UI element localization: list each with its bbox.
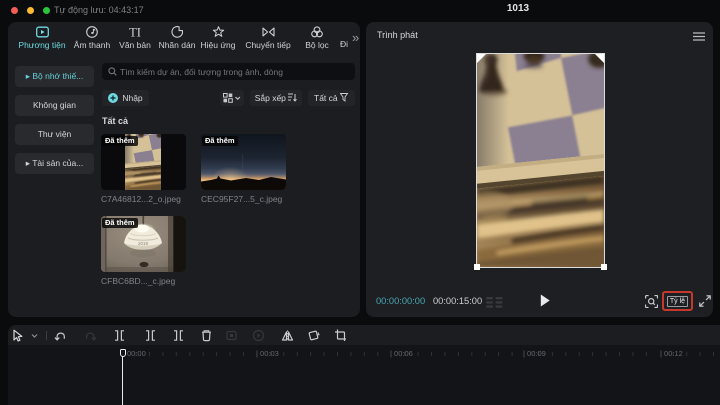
svg-text:TI: TI	[129, 26, 141, 38]
svg-text:2019: 2019	[138, 241, 149, 246]
